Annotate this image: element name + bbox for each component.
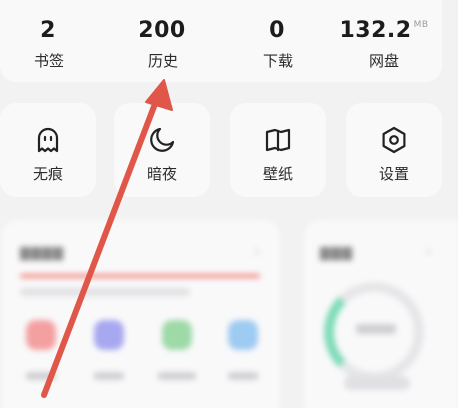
blurred-app-label xyxy=(94,372,124,380)
blurred-bar xyxy=(20,274,260,278)
blurred-app-label xyxy=(26,372,56,380)
stat-value: 2 xyxy=(40,18,56,43)
stat-history[interactable]: 200 历史 xyxy=(113,10,213,73)
tile-settings[interactable]: 设置 xyxy=(346,103,442,197)
blurred-app-icon xyxy=(26,320,56,350)
blurred-section: ▇▇▇▇ › ▇▇▇ › xyxy=(0,220,458,408)
stats-card: 2 书签 200 历史 0 下载 132.2 MB 网盘 xyxy=(0,0,442,82)
blurred-subtitle xyxy=(20,288,190,296)
stat-unit: MB xyxy=(413,20,429,30)
stat-label: 书签 xyxy=(33,52,64,70)
ghost-icon xyxy=(0,125,96,155)
blurred-app-icon xyxy=(94,320,124,350)
tile-night[interactable]: 暗夜 xyxy=(114,103,210,197)
tile-label: 设置 xyxy=(378,165,409,183)
tile-label: 无痕 xyxy=(32,165,63,183)
stat-value: 132.2 MB xyxy=(339,18,429,43)
tile-wallpaper[interactable]: 壁纸 xyxy=(230,103,326,197)
blurred-title: ▇▇▇▇ xyxy=(20,246,64,261)
stat-value: 0 xyxy=(269,18,285,43)
blurred-app-icon xyxy=(162,320,192,350)
tile-incognito[interactable]: 无痕 xyxy=(0,103,96,197)
blurred-app-icon xyxy=(228,320,258,350)
moon-icon xyxy=(114,125,210,155)
book-icon xyxy=(230,125,326,155)
blurred-app-label xyxy=(228,372,258,380)
chevron-right-icon: › xyxy=(426,244,432,260)
stat-label: 网盘 xyxy=(368,52,399,70)
stat-drive[interactable]: 132.2 MB 网盘 xyxy=(334,10,434,73)
blurred-app-label xyxy=(158,372,196,380)
blurred-card-right: ▇▇▇ › xyxy=(304,220,458,408)
tile-label: 壁纸 xyxy=(262,165,293,183)
blurred-pill xyxy=(344,376,410,390)
chevron-right-icon: › xyxy=(254,244,260,260)
hexagon-gear-icon xyxy=(346,125,442,155)
tile-label: 暗夜 xyxy=(146,165,177,183)
stat-value: 200 xyxy=(138,18,186,43)
blurred-card-left: ▇▇▇▇ › xyxy=(2,220,280,408)
stat-label: 历史 xyxy=(147,52,178,70)
stat-downloads[interactable]: 0 下载 xyxy=(228,10,328,73)
stat-bookmarks[interactable]: 2 书签 xyxy=(0,10,99,73)
blurred-ring-text xyxy=(356,324,396,334)
stat-label: 下载 xyxy=(262,52,293,70)
blurred-title: ▇▇▇ xyxy=(320,246,353,261)
